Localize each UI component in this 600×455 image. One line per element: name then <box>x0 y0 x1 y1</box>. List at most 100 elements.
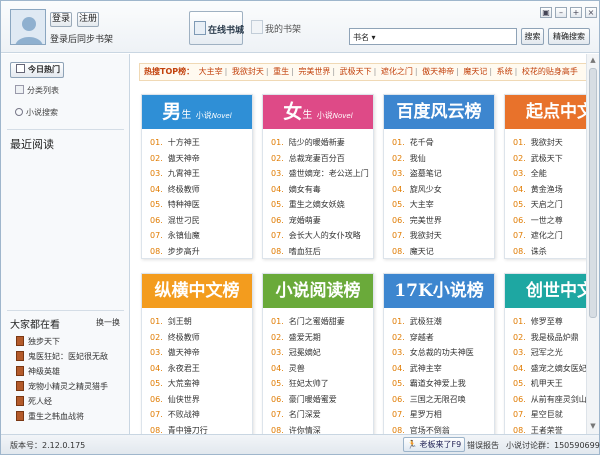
list-item[interactable]: 05. 机甲天王 <box>513 376 586 392</box>
close-icon[interactable]: × <box>585 7 597 18</box>
list-item[interactable]: 01. 武极狂潮 <box>392 314 494 330</box>
list-item[interactable]: 01. 修罗至尊 <box>513 314 586 330</box>
list-item[interactable]: 05. 重生之嫡女妖娆 <box>271 197 373 213</box>
scroll-down-icon[interactable]: ▼ <box>589 422 597 430</box>
list-item[interactable]: 01. 陆少的暖婚新妻 <box>271 135 373 151</box>
list-item[interactable]: 06. 宠婚萌妻 <box>271 213 373 229</box>
card-header[interactable]: 百度风云榜 <box>384 95 494 129</box>
list-item[interactable]: 06. 一世之尊 <box>513 213 586 229</box>
list-item[interactable]: 01. 剑王朝 <box>150 314 252 330</box>
card-header[interactable]: 纵横中文榜 <box>142 274 252 308</box>
list-item[interactable]: 03. 盛世嫡宠：老公送上门 <box>271 166 373 182</box>
list-item[interactable]: 04. 灵兽 <box>271 361 373 377</box>
list-item[interactable]: 04. 嫡女有毒 <box>271 182 373 198</box>
list-item[interactable]: 05. 特种神医 <box>150 197 252 213</box>
list-item[interactable]: 05. 霸道女神爱上我 <box>392 376 494 392</box>
list-item[interactable]: 08. 嗜血狂后 <box>271 244 373 260</box>
list-item[interactable]: 04. 终极教师 <box>150 182 252 198</box>
list-item[interactable]: 04. 黄金渔场 <box>513 182 586 198</box>
minimize-icon[interactable]: – <box>555 7 567 18</box>
skin-icon[interactable]: ▣ <box>540 7 552 18</box>
list-item[interactable]: 06. 仙侠世界 <box>150 392 252 408</box>
list-item[interactable]: 03. 冠冕嫡妃 <box>271 345 373 361</box>
list-item[interactable]: 03. 女总裁的功夫神医 <box>392 345 494 361</box>
list-item[interactable]: 08. 王者荣誉 <box>513 423 586 435</box>
list-item[interactable]: 06. 完美世界 <box>392 213 494 229</box>
scroll-up-icon[interactable]: ▲ <box>589 56 597 64</box>
list-item[interactable]: 死人经 <box>16 394 126 409</box>
refresh-link[interactable]: 换一换 <box>96 317 120 328</box>
card-header[interactable]: 小说阅读榜 <box>263 274 373 308</box>
list-item[interactable]: 08. 青中锤刀行 <box>150 423 252 435</box>
list-item[interactable]: 04. 盛宠之嫡女医妃 <box>513 361 586 377</box>
list-item[interactable]: 01. 名门之蜜婚甜妻 <box>271 314 373 330</box>
list-item[interactable]: 07. 会长大人的女仆攻略 <box>271 228 373 244</box>
list-item[interactable]: 07. 星空巨就 <box>513 407 586 423</box>
list-item[interactable]: 02. 我仙 <box>392 151 494 167</box>
error-report-link[interactable]: 错误报告 <box>467 440 499 451</box>
list-item[interactable]: 04. 旋风少女 <box>392 182 494 198</box>
card-header[interactable]: 男生 小说Novel <box>142 95 252 129</box>
list-item[interactable]: 鬼医狂妃：医妃很无敌 <box>16 349 126 364</box>
precise-search-button[interactable]: 精确搜索 <box>548 28 590 45</box>
list-item[interactable]: 08. 步步高升 <box>150 244 252 260</box>
avatar[interactable] <box>10 9 46 45</box>
list-item[interactable]: 03. 冠军之光 <box>513 345 586 361</box>
list-item[interactable]: 05. 狂妃太帅了 <box>271 376 373 392</box>
list-item[interactable]: 02. 终极教师 <box>150 330 252 346</box>
list-item[interactable]: 01. 我欲封天 <box>513 135 586 151</box>
list-item[interactable]: 04. 永夜君王 <box>150 361 252 377</box>
hot-search-item[interactable]: 系统 <box>497 67 513 76</box>
card-header[interactable]: 创世中文 <box>505 274 586 308</box>
list-item[interactable]: 05. 大主宰 <box>392 197 494 213</box>
list-item[interactable]: 08. 许你情深 <box>271 423 373 435</box>
list-item[interactable]: 07. 星罗万相 <box>392 407 494 423</box>
list-item[interactable]: 神级英雄 <box>16 364 126 379</box>
list-item[interactable]: 06. 从前有座灵剑山 <box>513 392 586 408</box>
list-item[interactable]: 03. 傲天神帝 <box>150 345 252 361</box>
list-item[interactable]: 07. 我欲封天 <box>392 228 494 244</box>
hot-search-item[interactable]: 完美世界 <box>298 67 330 76</box>
list-item[interactable]: 06. 豪门暖婚蜜爱 <box>271 392 373 408</box>
list-item[interactable]: 06. 三国之无限召唤 <box>392 392 494 408</box>
list-item[interactable]: 01. 十方神王 <box>150 135 252 151</box>
list-item[interactable]: 07. 永镇仙魔 <box>150 228 252 244</box>
list-item[interactable]: 08. 官场不倒翁 <box>392 423 494 435</box>
card-header[interactable]: 女生 小说Novel <box>263 95 373 129</box>
card-header[interactable]: 起点中文 <box>505 95 586 129</box>
list-item[interactable]: 07. 遮化之门 <box>513 228 586 244</box>
register-button[interactable]: 注册 <box>77 12 99 27</box>
list-item[interactable]: 03. 全能 <box>513 166 586 182</box>
list-item[interactable]: 独步天下 <box>16 334 126 349</box>
list-item[interactable]: 02. 傲天神帝 <box>150 151 252 167</box>
hot-search-item[interactable]: 校花的贴身高手 <box>522 67 578 76</box>
list-item[interactable]: 02. 盛爱无期 <box>271 330 373 346</box>
list-item[interactable]: 02. 穿越者 <box>392 330 494 346</box>
list-item[interactable]: 07. 不败战神 <box>150 407 252 423</box>
list-item[interactable]: 重生之韩血战将 <box>16 409 126 424</box>
hot-search-item[interactable]: 魔天记 <box>463 67 487 76</box>
sidebar-item-category[interactable]: 分类列表 <box>10 84 64 100</box>
list-item[interactable]: 02. 总裁宠妻百分百 <box>271 151 373 167</box>
login-button[interactable]: 登录 <box>50 12 72 27</box>
vertical-scrollbar[interactable]: ▲ ▼ <box>586 54 599 434</box>
scroll-thumb[interactable] <box>589 68 597 318</box>
search-button[interactable]: 搜索 <box>521 28 544 45</box>
hot-search-item[interactable]: 傲天神帝 <box>422 67 454 76</box>
list-item[interactable]: 08. 诛杀 <box>513 244 586 260</box>
maximize-icon[interactable]: + <box>570 7 582 18</box>
hot-search-item[interactable]: 我欲封天 <box>232 67 264 76</box>
card-header[interactable]: 17K小说榜 <box>384 274 494 308</box>
list-item[interactable]: 05. 天启之门 <box>513 197 586 213</box>
hot-search-item[interactable]: 武极天下 <box>340 67 372 76</box>
list-item[interactable]: 03. 九霄神王 <box>150 166 252 182</box>
sidebar-item-today-hot[interactable]: 今日热门 <box>10 62 64 78</box>
list-item[interactable]: 05. 大荒蛮神 <box>150 376 252 392</box>
search-type-select[interactable]: 书名 ▾ <box>353 32 376 43</box>
hot-search-item[interactable]: 大主宰 <box>199 67 223 76</box>
boss-key-button[interactable]: 🏃 老板来了F9 <box>403 437 466 452</box>
list-item[interactable]: 04. 武神主宰 <box>392 361 494 377</box>
list-item[interactable]: 01. 花千骨 <box>392 135 494 151</box>
list-item[interactable]: 宠物小精灵之精灵猎手 <box>16 379 126 394</box>
list-item[interactable]: 06. 混世刁民 <box>150 213 252 229</box>
